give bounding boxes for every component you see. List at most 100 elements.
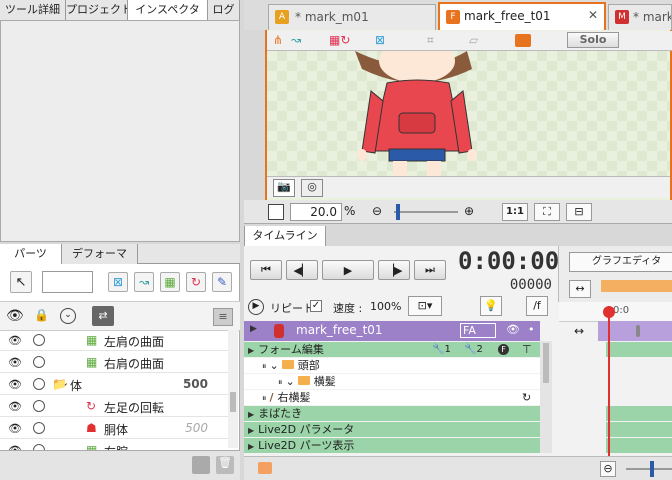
lightbulb-icon[interactable]: 💡 xyxy=(480,296,502,316)
repeat-checkbox[interactable]: ✓ xyxy=(310,300,322,312)
timeline-zoom-thumb[interactable] xyxy=(650,461,654,477)
expand-icon[interactable]: ▶ xyxy=(248,343,254,358)
zoom-slider[interactable] xyxy=(394,211,458,213)
timeline-row[interactable]: ⏸ ⌄ 頭部 xyxy=(244,358,540,373)
goto-end-button[interactable]: ⏭ xyxy=(414,260,446,280)
goto-start-button[interactable]: ⏮ xyxy=(250,260,282,280)
swap-icon[interactable]: ⇄ xyxy=(92,306,114,326)
parts-search-input[interactable] xyxy=(42,271,93,293)
keyframe-mark[interactable] xyxy=(636,325,640,337)
tab-project[interactable]: プロジェクト xyxy=(66,0,128,20)
timeline-zoom-slider[interactable] xyxy=(626,468,672,470)
play-mode-icon[interactable]: ▶ xyxy=(248,299,264,315)
grid-icon[interactable]: ▦ xyxy=(160,272,180,292)
path-icon[interactable]: ↝ xyxy=(134,272,154,292)
next-frame-button[interactable]: ▕▶ xyxy=(378,260,410,280)
solo-button[interactable]: Solo xyxy=(567,32,619,48)
parts-row[interactable]: 👁 ▦ 右肩の曲面 xyxy=(0,352,228,373)
ruler-icon[interactable]: ⊟ xyxy=(566,203,592,221)
lock-toggle-icon[interactable] xyxy=(33,334,45,346)
film-icon[interactable] xyxy=(515,34,531,47)
timeline-row[interactable]: ▶ まばたき xyxy=(244,406,540,421)
doc-tab-mark[interactable]: M * mark xyxy=(608,4,672,30)
path-icon[interactable]: ↝ xyxy=(291,33,301,47)
timeline-row[interactable]: ▶ Live2D パラメータ xyxy=(244,422,540,437)
fx-button[interactable]: /f xyxy=(526,296,548,316)
delete-icon[interactable]: 🗑 xyxy=(216,456,234,474)
graph-editor-button[interactable]: グラフエディタ xyxy=(569,252,672,272)
zoom-out-icon[interactable]: ⊖ xyxy=(600,461,616,477)
tab-tool-details[interactable]: ツール詳細 xyxy=(0,0,66,20)
tab-deformer[interactable]: デフォーマ xyxy=(62,244,138,264)
track-toggle-icon[interactable]: ⏸ xyxy=(262,360,267,375)
new-folder-icon[interactable] xyxy=(192,456,210,474)
canvas-viewport[interactable] xyxy=(267,51,670,176)
actual-size-button[interactable]: 1:1 xyxy=(502,203,528,221)
lock-toggle-icon[interactable] xyxy=(33,378,45,390)
parts-row[interactable]: 👁 ↻ 左足の回転 xyxy=(0,396,228,417)
tree-icon[interactable]: ⊤ xyxy=(522,342,532,357)
lock-toggle-icon[interactable] xyxy=(33,422,45,434)
expand-icon[interactable]: ▶ xyxy=(248,439,254,454)
parts-row[interactable]: 👁▦右腕 xyxy=(0,440,228,450)
chevron-down-icon[interactable]: ⌄ xyxy=(60,308,76,324)
eye-icon[interactable]: 👁 xyxy=(8,400,22,413)
zoom-out-icon[interactable]: ⊖ xyxy=(372,204,382,218)
close-icon[interactable]: ✕ xyxy=(588,8,598,22)
parts-scrollbar[interactable] xyxy=(228,330,238,448)
mesh-icon[interactable]: ⌗ xyxy=(427,33,434,48)
warp-deformer-icon[interactable]: ⊠ xyxy=(108,272,128,292)
eye-icon[interactable]: 👁 xyxy=(8,378,22,391)
grid-rotate-icon[interactable]: ▦↻ xyxy=(329,33,350,47)
skinning-icon[interactable]: ⋔ xyxy=(273,33,283,47)
parts-row[interactable]: 👁 ☗ 胴体 500 xyxy=(0,418,228,439)
reset-icon[interactable]: ↻ xyxy=(522,390,531,405)
time-ruler[interactable]: 0:0 xyxy=(559,302,672,322)
scene-badge[interactable]: FA xyxy=(460,323,496,338)
onion-skin-button[interactable]: ⊡▾ xyxy=(408,296,442,316)
parts-row[interactable]: 👁 ▦ 左肩の曲面 xyxy=(0,330,228,351)
parts-row[interactable]: 👁 ⌄ 📁 体 500 xyxy=(0,374,228,395)
wrench-1-icon[interactable]: 🔧1 xyxy=(432,342,451,357)
warp-icon[interactable]: ⊠ xyxy=(375,33,385,47)
tab-timeline[interactable]: タイムライン xyxy=(244,226,326,246)
color-swatch[interactable] xyxy=(268,204,284,220)
tab-inspector[interactable]: インスペクタ xyxy=(128,0,208,20)
lock-toggle-icon[interactable] xyxy=(33,356,45,368)
menu-icon[interactable]: ≡ xyxy=(213,308,233,326)
magic-select-icon[interactable]: ↖ xyxy=(10,271,32,293)
eye-icon[interactable]: 👁 xyxy=(8,334,22,347)
fit-range-icon[interactable]: ↔ xyxy=(574,324,584,338)
chevron-down-icon[interactable]: ⌄ xyxy=(286,374,295,389)
playhead-handle[interactable] xyxy=(603,306,615,318)
zoom-input[interactable]: 20.0 xyxy=(290,203,342,221)
form-f-icon[interactable]: F xyxy=(498,344,509,355)
zoom-slider-thumb[interactable] xyxy=(396,204,400,220)
doc-tab-m01[interactable]: A * mark_m01 xyxy=(268,4,436,30)
track-toggle-icon[interactable]: ⏸ xyxy=(262,392,267,407)
eye-icon[interactable]: 👁 xyxy=(8,356,22,369)
folder-icon[interactable] xyxy=(258,462,272,474)
lock-toggle-icon[interactable] xyxy=(33,400,45,412)
record-icon[interactable]: ◎ xyxy=(301,179,323,197)
tab-log[interactable]: ログ xyxy=(208,0,240,20)
lock-icon[interactable]: 🔒 xyxy=(34,308,49,322)
timeline-row[interactable]: ⏸ / 右横髪 ↻ xyxy=(244,390,540,405)
timeline-row[interactable]: ⏸ ⌄ 横髪 xyxy=(244,374,540,389)
fit-width-icon[interactable]: ↔ xyxy=(569,280,591,298)
visibility-icon[interactable]: 👁 xyxy=(506,323,520,336)
expand-icon[interactable]: ▶ xyxy=(250,324,257,334)
tab-parts[interactable]: パーツ xyxy=(0,244,62,264)
expand-icon[interactable]: ▶ xyxy=(248,407,254,422)
doc-tab-free-t01[interactable]: F mark_free_t01 ✕ xyxy=(438,2,606,30)
fit-icon[interactable]: ⛶ xyxy=(534,203,560,221)
prev-frame-button[interactable]: ◀▏ xyxy=(286,260,318,280)
pin-icon[interactable]: ✎ xyxy=(212,272,232,292)
wrench-2-icon[interactable]: 🔧2 xyxy=(464,342,483,357)
expand-icon[interactable]: ▶ xyxy=(248,423,254,438)
rotation-icon[interactable]: ↻ xyxy=(186,272,206,292)
play-button[interactable]: ▶ xyxy=(322,260,374,280)
timeline-scrollbar[interactable] xyxy=(540,341,552,453)
camera-icon[interactable]: 📷 xyxy=(273,179,295,197)
eye-icon[interactable]: 👁 xyxy=(6,308,24,324)
